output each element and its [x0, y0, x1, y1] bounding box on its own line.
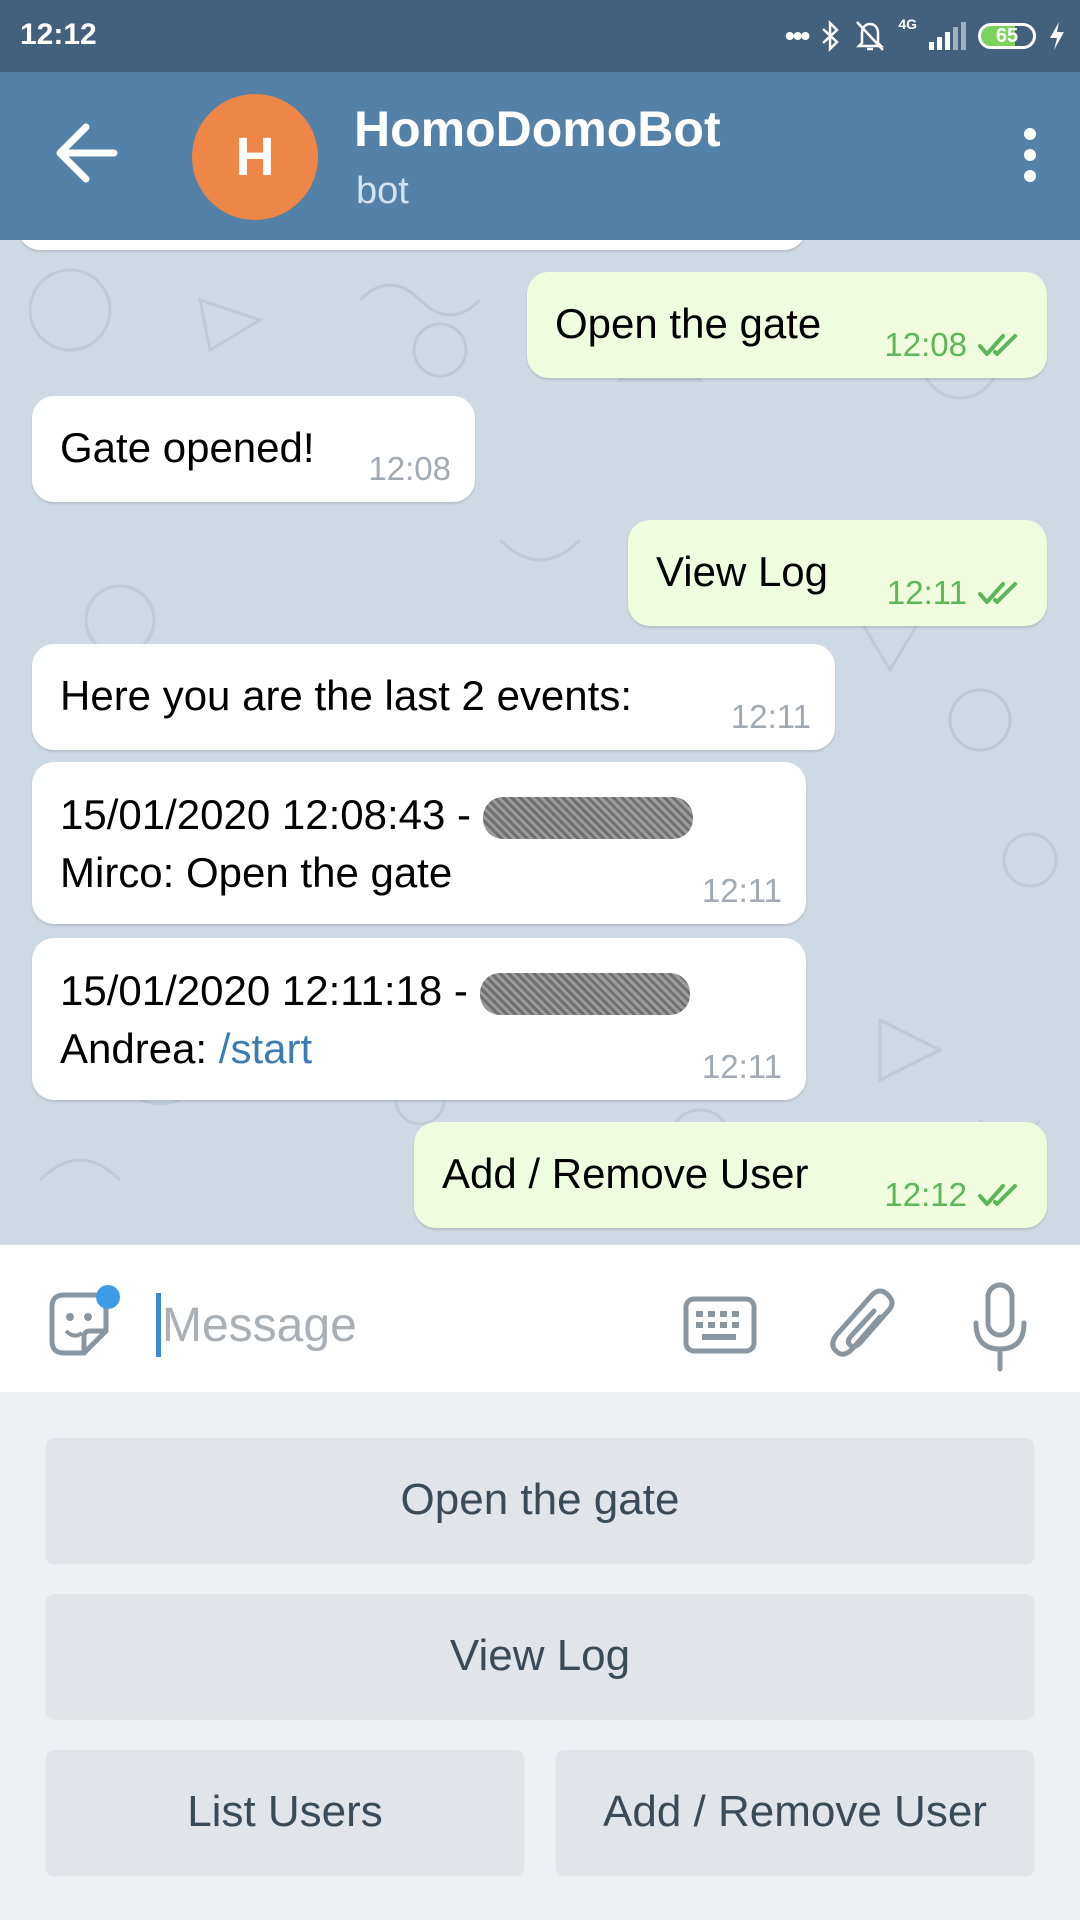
message-time: 12:11: [701, 872, 782, 909]
attachment-icon[interactable]: [828, 1283, 898, 1367]
message-time: 12:08: [368, 450, 451, 487]
message-time: 12:08: [884, 326, 967, 363]
log-entry-line: Andrea:: [60, 1025, 219, 1072]
microphone-icon[interactable]: [968, 1281, 1032, 1373]
message-text: 15/01/2020 12:11:18 - Andrea: /start: [60, 962, 690, 1078]
charging-icon: [1050, 22, 1064, 50]
avatar-letter: H: [235, 127, 275, 187]
message-time: 12:11: [701, 1048, 782, 1085]
keyboard-button-list-users[interactable]: List Users: [46, 1750, 524, 1874]
bot-avatar[interactable]: H: [192, 94, 318, 220]
status-bar: 12:12 ••• 4G 65: [0, 0, 1080, 72]
double-check-icon: [978, 1184, 1017, 1206]
redacted-phone: [482, 796, 693, 839]
signal-icon: [929, 22, 966, 50]
network-type: 4G: [898, 16, 917, 32]
bot-keyboard-icon[interactable]: [682, 1293, 758, 1357]
message-meta: 12:12: [884, 1176, 1023, 1214]
chat-area[interactable]: Open the gate 12:08 Gate opened! 12:08 V…: [0, 240, 1080, 1244]
status-time: 12:12: [20, 18, 97, 51]
keyboard-button-view-log[interactable]: View Log: [46, 1594, 1034, 1718]
redacted-phone: [479, 972, 690, 1015]
message-time: 12:11: [886, 574, 967, 611]
message-input[interactable]: [162, 1285, 642, 1365]
bot-reply-keyboard: Open the gate View Log List Users Add / …: [0, 1392, 1080, 1920]
battery-level: 65: [995, 24, 1019, 47]
message-bubble-partial[interactable]: [18, 240, 806, 250]
message-meta: 12:11: [731, 698, 811, 736]
chat-title[interactable]: HomoDomoBot: [354, 100, 721, 158]
bell-off-icon: [856, 21, 885, 51]
message-meta: 12:11: [702, 872, 782, 910]
message-bubble-incoming[interactable]: Here you are the last 2 events: 12:11: [32, 644, 835, 750]
bot-command-link[interactable]: /start: [219, 1025, 312, 1072]
keyboard-button-open-gate[interactable]: Open the gate: [46, 1438, 1034, 1562]
status-icons: ••• 4G 65: [785, 16, 1066, 56]
message-text: Here you are the last 2 events:: [60, 672, 632, 719]
battery-icon: 65: [978, 23, 1036, 49]
message-bubble-incoming[interactable]: 15/01/2020 12:11:18 - Andrea: /start 12:…: [32, 938, 806, 1100]
message-text: Gate opened!: [60, 424, 315, 471]
message-input-bar: [0, 1244, 1080, 1393]
message-bubble-outgoing[interactable]: Add / Remove User 12:12: [414, 1122, 1047, 1228]
message-time: 12:11: [730, 698, 811, 735]
message-meta: 12:08: [368, 450, 451, 488]
message-bubble-incoming[interactable]: 15/01/2020 12:08:43 - Mirco: Open the ga…: [32, 762, 806, 924]
message-time: 12:12: [884, 1176, 967, 1213]
more-notifications-icon: •••: [784, 20, 810, 51]
log-entry-line: Mirco: Open the gate: [60, 849, 453, 896]
double-check-icon: [978, 334, 1017, 356]
message-text: Open the gate: [555, 300, 822, 347]
keyboard-button-add-remove-user[interactable]: Add / Remove User: [556, 1750, 1034, 1874]
back-arrow-icon[interactable]: [52, 118, 122, 188]
message-text: 15/01/2020 12:08:43 - Mirco: Open the ga…: [60, 786, 693, 902]
message-bubble-outgoing[interactable]: Open the gate 12:08: [527, 272, 1047, 378]
message-text: Add / Remove User: [442, 1150, 809, 1197]
message-bubble-outgoing[interactable]: View Log 12:11: [628, 520, 1047, 626]
chat-subtitle: bot: [356, 170, 409, 212]
more-options-icon[interactable]: [1020, 128, 1040, 188]
message-meta: 12:11: [702, 1048, 782, 1086]
text-cursor: [156, 1293, 161, 1357]
message-meta: 12:08: [884, 326, 1023, 364]
message-text: View Log: [656, 548, 829, 595]
double-check-icon: [978, 582, 1017, 604]
message-meta: 12:11: [887, 574, 1023, 612]
bluetooth-icon: [822, 20, 840, 52]
sticker-emoji-icon[interactable]: [44, 1285, 124, 1365]
chat-header: H HomoDomoBot bot: [0, 72, 1080, 240]
message-bubble-incoming[interactable]: Gate opened! 12:08: [32, 396, 475, 502]
log-entry-line: 15/01/2020 12:08:43 -: [60, 791, 472, 838]
log-entry-line: 15/01/2020 12:11:18 -: [60, 967, 468, 1014]
